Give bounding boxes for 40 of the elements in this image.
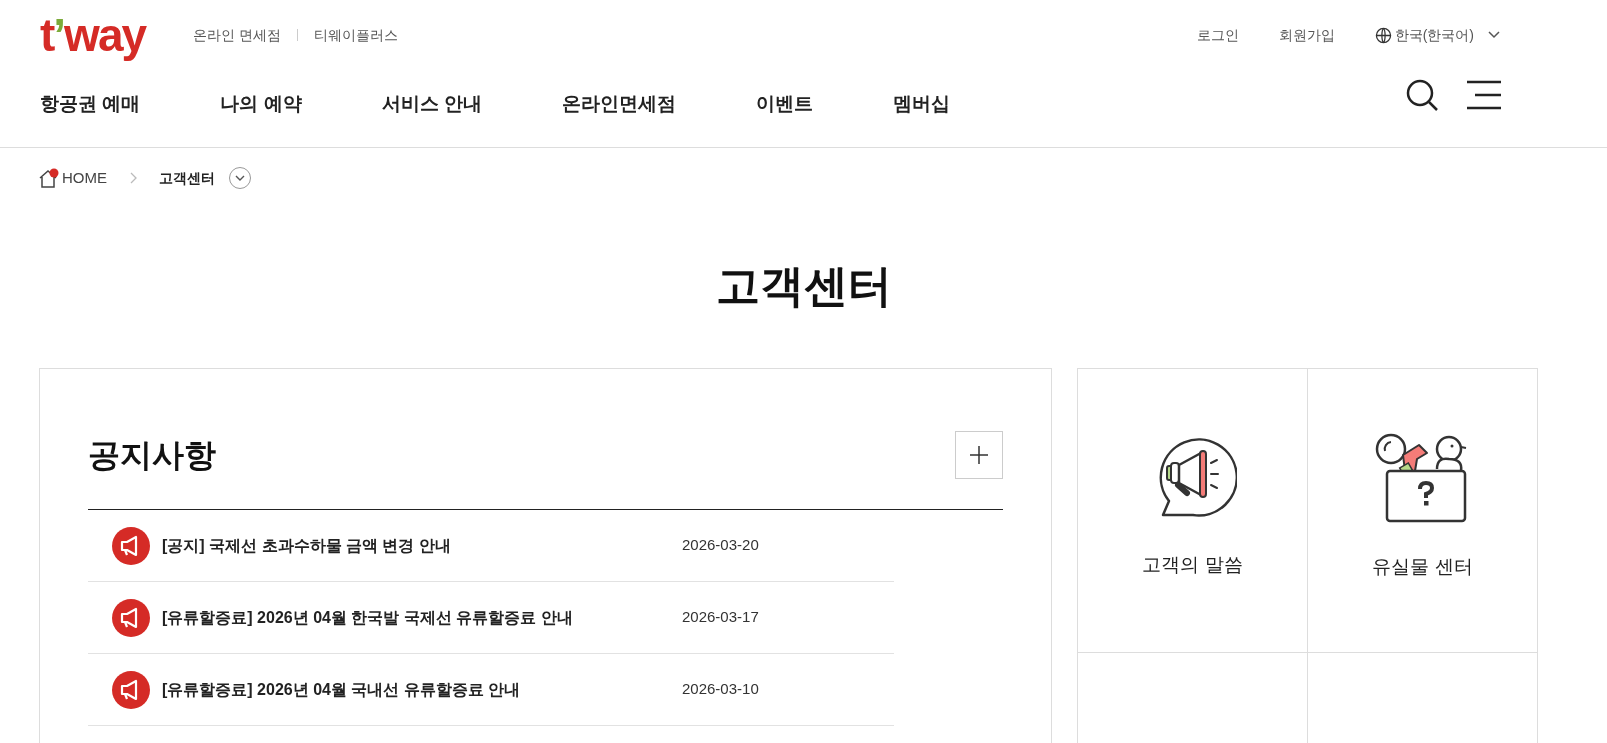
quick-menu-tile[interactable]: 고객의 말씀 — [1078, 369, 1308, 653]
notice-link[interactable]: [공지] 국제선 초과수하물 금액 변경 안내 — [162, 533, 682, 558]
notice-link[interactable]: [유류할증료] 2026년 04월 한국발 국제선 유류할증료 안내 — [162, 605, 682, 630]
chevron-down-icon — [235, 174, 245, 182]
page-title: 고객센터 — [714, 264, 893, 308]
nav-item[interactable]: 서비스 안내 — [381, 90, 502, 119]
nav-item[interactable]: 멤버십 — [892, 90, 970, 119]
account-link[interactable]: 회원가입 — [1278, 24, 1335, 46]
notice-date: 2026-03-17 — [682, 607, 759, 628]
nav-item[interactable]: 나의 예약 — [220, 90, 322, 119]
nav-item[interactable]: 이벤트 — [755, 90, 833, 119]
notice-date: 2026-03-10 — [682, 679, 759, 700]
menu-icon[interactable] — [1467, 79, 1501, 110]
megaphone-icon — [112, 526, 150, 565]
notice-link[interactable]: [유류할증료] 2026년 04월 국내선 유류할증료 안내 — [162, 677, 682, 702]
breadcrumb-home[interactable]: HOME — [62, 166, 107, 190]
globe-icon — [1374, 26, 1392, 44]
notice-date: 2026-03-20 — [682, 535, 759, 556]
megaphone-icon — [112, 598, 150, 637]
top-link[interactable]: 온라인 면세점 — [193, 24, 281, 46]
chevron-down-icon — [1487, 30, 1501, 40]
nav-item[interactable]: 온라인면세점 — [561, 90, 696, 119]
quick-menu-tile[interactable]: 유실물 센터 — [1308, 369, 1538, 653]
notice-row[interactable]: [유류할증료] 2026년 04월 국내선 유류할증료 안내 2026-03-10 — [88, 654, 894, 726]
top-link[interactable]: 티웨이플러스 — [313, 24, 398, 46]
notice-row[interactable]: [공지] 국제선 초과수하물 금액 변경 안내 2026-03-20 — [88, 510, 894, 582]
account-link[interactable]: 로그인 — [1196, 24, 1239, 46]
search-icon[interactable] — [1405, 77, 1439, 112]
language-selector[interactable]: 한국(한국어) — [1374, 24, 1501, 46]
notice-title: 공지사항 — [88, 436, 216, 475]
chevron-right-icon — [129, 172, 137, 184]
breadcrumb-current: 고객센터 — [159, 168, 215, 188]
megaphone-icon — [112, 670, 150, 709]
notice-row[interactable]: [유류할증료] 2026년 04월 한국발 국제선 유류할증료 안내 2026-03-17 — [88, 582, 894, 654]
home-icon[interactable] — [38, 168, 60, 188]
plus-icon — [969, 445, 989, 465]
nav-item[interactable]: 항공권 예매 — [40, 90, 161, 119]
quick-menu-label: 고객의 말씀 — [1142, 553, 1243, 577]
quick-menu-label: 유실물 센터 — [1372, 555, 1473, 579]
more-button[interactable] — [955, 431, 1003, 479]
